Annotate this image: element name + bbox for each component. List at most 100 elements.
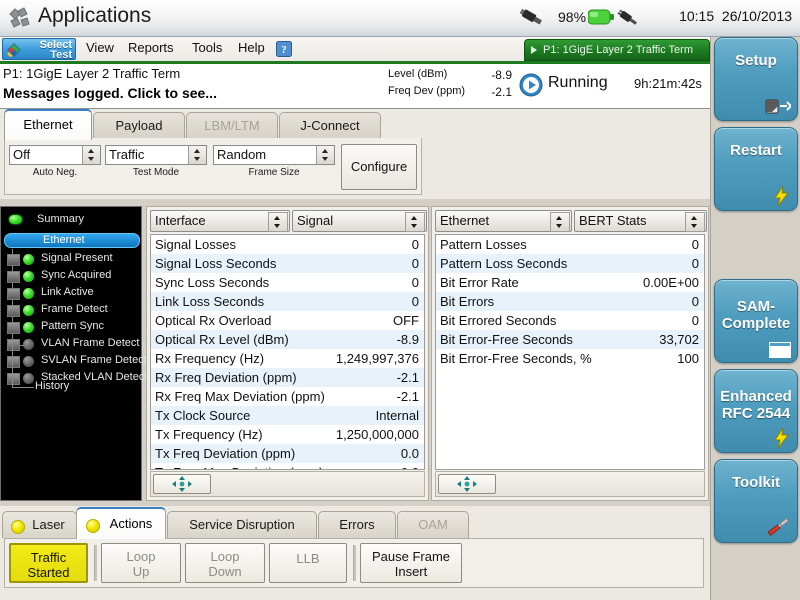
tab-j-connect[interactable]: J-Connect	[279, 112, 381, 138]
tab-actions[interactable]: Actions	[76, 507, 166, 539]
auto-neg-value: Off	[13, 147, 31, 162]
right-panel-list[interactable]: Pattern Losses 0 Pattern Loss Seconds 0 Bi…	[435, 234, 705, 470]
tree-node-box-icon	[7, 254, 20, 266]
row-value: 100	[677, 351, 699, 366]
power-plug-icon	[617, 9, 637, 25]
tab-service-disruption[interactable]: Service Disruption	[167, 511, 317, 538]
right-panel-category-select[interactable]: Ethernet	[435, 210, 572, 232]
tree-item-vlan-frame-detect-label: VLAN Frame Detect	[41, 337, 140, 349]
loop-down-button: Loop Down	[185, 543, 265, 583]
row-key: Bit Errors	[440, 294, 495, 309]
freq-dev-label: Freq Dev (ppm)	[388, 85, 466, 97]
setup-button[interactable]: Setup	[714, 37, 798, 121]
row-value: 0	[691, 294, 699, 309]
tree-node-box-icon	[7, 271, 20, 283]
tree-item-frame-detect-label: Frame Detect	[41, 303, 108, 315]
move-arrows-icon	[172, 476, 192, 492]
test-mode-select[interactable]: Traffic	[105, 145, 207, 165]
actions-lamp-icon	[86, 519, 100, 533]
menu-item-help[interactable]: Help	[238, 40, 265, 55]
toolkit-button[interactable]: Toolkit	[714, 459, 798, 543]
row-value: 0	[411, 275, 419, 290]
header-message[interactable]: Messages logged. Click to see...	[3, 85, 217, 101]
row-key: Rx Freq Max Deviation (ppm)	[155, 389, 325, 404]
left-panel-footer	[150, 471, 425, 497]
loop-up-line1: Loop	[126, 549, 156, 564]
tab-laser-label: Laser	[32, 517, 65, 532]
left-panel-category-select[interactable]: Interface	[150, 210, 290, 232]
run-status-text: Running	[548, 74, 608, 91]
config-panel: Off Auto Neg. Traffic Test Mode Random F…	[4, 138, 422, 195]
restart-button[interactable]: Restart	[714, 127, 798, 211]
tab-errors[interactable]: Errors	[318, 511, 396, 538]
frame-size-spinner-icon[interactable]	[316, 146, 334, 164]
row-key: Bit Error-Free Seconds, %	[440, 351, 592, 366]
configure-button[interactable]: Configure	[341, 144, 417, 190]
tree-connector-line-3	[12, 373, 13, 388]
menu-item-reports[interactable]: Reports	[128, 40, 174, 55]
enhanced-rfc2544-button[interactable]: Enhanced RFC 2544	[714, 369, 798, 453]
pause-frame-insert-button[interactable]: Pause Frame Insert	[360, 543, 462, 583]
level-value: -8.9	[491, 68, 512, 82]
test-mode-spinner-icon[interactable]	[188, 146, 206, 164]
help-question-icon[interactable]: ?	[276, 41, 292, 57]
row-key: Sync Loss Seconds	[155, 275, 270, 290]
svg-text:?: ?	[281, 44, 287, 56]
port-tab[interactable]: P1: 1GigE Layer 2 Traffic Term	[524, 39, 710, 61]
row-value: 0	[691, 256, 699, 271]
right-subcategory-spinner-icon[interactable]	[685, 212, 705, 232]
menu-item-tools[interactable]: Tools	[192, 40, 222, 55]
brand-logo-icon	[7, 43, 21, 57]
row-value: 0	[411, 294, 419, 309]
tab-laser[interactable]: Laser	[2, 511, 77, 538]
row-key: Pattern Losses	[440, 237, 527, 252]
frame-size-select[interactable]: Random	[213, 145, 335, 165]
table-row: Optical Rx Level (dBm) -8.9	[151, 330, 424, 349]
traffic-started-button[interactable]: Traffic Started	[9, 543, 88, 583]
tab-lbm-ltm: LBM/LTM	[186, 112, 278, 138]
left-subcategory-spinner-icon[interactable]	[405, 212, 425, 232]
tab-actions-label: Actions	[109, 516, 153, 531]
lightning-icon	[774, 428, 790, 448]
right-panel-move-button[interactable]	[438, 474, 496, 494]
apps-icon[interactable]	[6, 5, 32, 31]
tree-item-ethernet[interactable]: Ethernet	[4, 233, 140, 248]
left-panel-move-button[interactable]	[153, 474, 211, 494]
sam-complete-button[interactable]: SAM- Complete	[714, 279, 798, 363]
select-test-button[interactable]: Select Test	[2, 38, 76, 61]
loop-down-line1: Loop	[210, 549, 240, 564]
row-key: Signal Losses	[155, 237, 236, 252]
row-value: -2.1	[396, 389, 419, 404]
right-panel-footer	[435, 471, 705, 497]
setup-arrow-icon	[765, 99, 791, 114]
action-separator-2	[353, 545, 356, 581]
row-value: 0	[691, 313, 699, 328]
row-value: -2.1	[396, 370, 419, 385]
system-title: Applications	[38, 4, 152, 27]
menu-item-view[interactable]: View	[86, 40, 114, 55]
table-row: Bit Errored Seconds 0	[436, 311, 704, 330]
tab-payload[interactable]: Payload	[93, 112, 185, 138]
enhanced-rfc2544-label: Enhanced RFC 2544	[715, 388, 797, 422]
test-mode-label: Test Mode	[132, 167, 180, 178]
left-panel-list[interactable]: Signal Losses 0 Signal Loss Seconds 0 Sync…	[150, 234, 425, 470]
row-key: Bit Errored Seconds	[440, 313, 557, 328]
clock-date: 26/10/2013	[721, 8, 792, 24]
row-value: Internal	[375, 408, 419, 423]
row-key: Bit Error Rate	[440, 275, 519, 290]
auto-neg-select[interactable]: Off	[9, 145, 101, 165]
right-category-spinner-icon[interactable]	[550, 212, 570, 232]
left-category-spinner-icon[interactable]	[268, 212, 288, 232]
right-panel-subcategory-select[interactable]: BERT Stats	[574, 210, 707, 232]
auto-neg-spinner-icon[interactable]	[82, 146, 100, 164]
tree-item-ethernet-label: Ethernet	[43, 234, 85, 246]
tree-node-box-icon	[7, 339, 20, 351]
row-key: Link Loss Seconds	[155, 294, 265, 309]
sam-complete-line2: Complete	[721, 315, 791, 332]
row-key: Tx Freq Deviation (ppm)	[155, 446, 296, 461]
tab-ethernet[interactable]: Ethernet	[4, 109, 92, 140]
main-tab-zone: Ethernet Payload LBM/LTM J-Connect Off A…	[0, 109, 710, 199]
elapsed-time: 9h:21m:42s	[634, 76, 702, 91]
clock-time: 10:15	[679, 8, 715, 24]
left-panel-subcategory-select[interactable]: Signal	[292, 210, 427, 232]
